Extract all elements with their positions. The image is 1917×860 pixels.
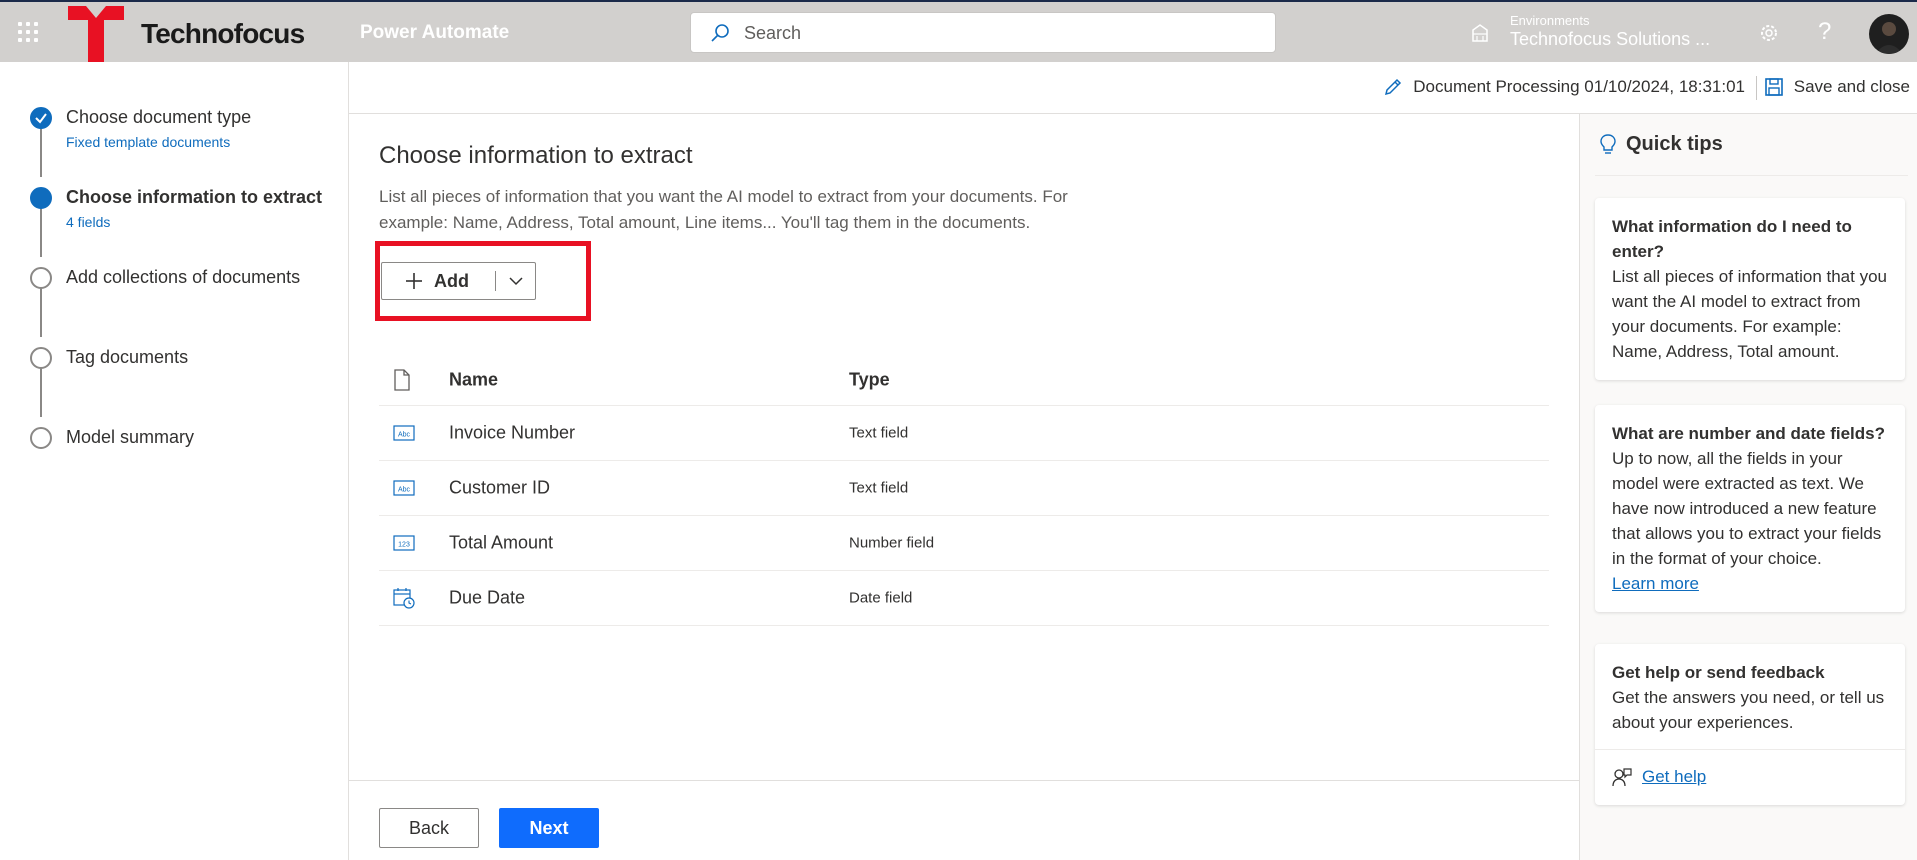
gear-icon[interactable]	[1758, 22, 1780, 44]
pending-step-icon	[30, 347, 52, 369]
current-step-icon	[30, 187, 52, 209]
brand-name: Technofocus	[141, 18, 305, 49]
step-title: Add collections of documents	[66, 267, 301, 287]
add-split-button[interactable]: Add	[381, 262, 536, 300]
get-help-link[interactable]: Get help	[1642, 764, 1706, 789]
tip-card: What are number and date fields? Up to n…	[1595, 405, 1905, 612]
date-field-icon	[393, 588, 415, 609]
step-title: Tag documents	[66, 347, 189, 367]
command-bar: Document Processing 01/10/2024, 18:31:01…	[349, 62, 1917, 114]
avatar[interactable]	[1869, 14, 1909, 54]
learn-more-link[interactable]: Learn more	[1612, 571, 1699, 596]
app-launcher-icon[interactable]	[18, 22, 38, 42]
step-title: Model summary	[66, 427, 195, 447]
save-and-close-button[interactable]: Save and close	[1764, 77, 1910, 97]
field-type: Number field	[849, 534, 935, 552]
page-title: Choose information to extract	[379, 142, 693, 169]
environment-label: Environments	[1510, 13, 1590, 28]
field-type: Text field	[849, 424, 909, 442]
get-help-row[interactable]: Get help	[1612, 764, 1889, 789]
plus-icon	[406, 273, 422, 289]
field-name: Due Date	[449, 587, 526, 608]
pending-step-icon	[30, 267, 52, 289]
tip-title: Get help or send feedback	[1612, 663, 1825, 682]
svg-text:Abc: Abc	[398, 432, 411, 439]
fields-table: Name Type Abc Invoice Number Text field …	[379, 354, 1549, 626]
table-header-row: Name Type	[379, 354, 1549, 406]
tip-title: What information do I need to enter?	[1612, 217, 1852, 261]
technofocus-logo-icon	[68, 6, 124, 62]
main-content: Choose information to extract List all p…	[349, 114, 1579, 780]
page-description: List all pieces of information that you …	[379, 187, 1068, 232]
table-row[interactable]: Due Date Date field	[379, 571, 1549, 626]
wizard-steps: Choose document type Fixed template docu…	[0, 62, 349, 860]
number-field-icon: 123	[393, 535, 415, 551]
field-type: Text field	[849, 479, 909, 497]
pending-step-icon	[30, 427, 52, 449]
wizard-footer: Back Next	[349, 780, 1579, 860]
search-box[interactable]	[690, 12, 1276, 53]
add-button[interactable]: Add	[382, 263, 495, 299]
field-name: Total Amount	[449, 532, 554, 553]
svg-text:123: 123	[398, 542, 410, 549]
document-icon	[394, 368, 410, 391]
text-field-icon: Abc	[393, 425, 415, 441]
field-name: Invoice Number	[449, 422, 576, 443]
tip-body: List all pieces of information that you …	[1612, 267, 1887, 361]
tip-card: What information do I need to enter? Lis…	[1595, 198, 1905, 380]
table-row[interactable]: Abc Customer ID Text field	[379, 461, 1549, 516]
command-separator	[1756, 76, 1757, 100]
app-name[interactable]: Power Automate	[360, 22, 509, 44]
step-subtitle[interactable]: Fixed template documents	[66, 134, 230, 150]
tip-body: Get the answers you need, or tell us abo…	[1612, 688, 1885, 732]
top-bar: Technofocus Power Automate Environments …	[0, 0, 1917, 62]
next-button[interactable]: Next	[499, 808, 599, 848]
step-title: Choose document type	[66, 107, 252, 127]
environment-name[interactable]: Technofocus Solutions ...	[1510, 29, 1710, 50]
back-button[interactable]: Back	[379, 808, 479, 848]
document-title-text: Document Processing 01/10/2024, 18:31:01	[1413, 77, 1745, 96]
quick-tips-title: Quick tips	[1626, 133, 1723, 155]
table-row[interactable]: Abc Invoice Number Text field	[379, 406, 1549, 461]
add-dropdown-button[interactable]	[496, 263, 536, 299]
column-header-type[interactable]: Type	[849, 369, 890, 390]
card-divider	[1595, 749, 1905, 750]
search-input[interactable]	[744, 19, 1244, 47]
tip-body: Up to now, all the fields in your model …	[1612, 449, 1882, 568]
quick-tips-header: Quick tips	[1600, 133, 1723, 156]
tip-title: What are number and date fields?	[1612, 424, 1885, 443]
svg-text:Abc: Abc	[398, 487, 411, 494]
checkmark-icon	[30, 107, 52, 129]
edit-pencil-icon	[1385, 78, 1402, 96]
field-name: Customer ID	[449, 477, 551, 498]
save-and-close-label: Save and close	[1793, 77, 1910, 96]
search-icon	[711, 24, 729, 42]
help-icon[interactable]: ?	[1818, 18, 1831, 46]
tip-card: Get help or send feedback Get the answer…	[1595, 644, 1905, 805]
save-icon	[1764, 78, 1783, 96]
person-feedback-icon	[1612, 767, 1632, 786]
add-button-label: Add	[434, 270, 469, 291]
lightbulb-icon	[1600, 133, 1616, 154]
step-title: Choose information to extract	[66, 187, 323, 207]
column-header-name[interactable]: Name	[449, 369, 498, 390]
quick-tips-panel: Quick tips What information do I need to…	[1579, 114, 1917, 860]
panel-divider	[1595, 175, 1908, 176]
document-title[interactable]: Document Processing 01/10/2024, 18:31:01	[1383, 77, 1745, 97]
field-type: Date field	[849, 589, 913, 607]
chevron-down-icon	[509, 277, 523, 286]
step-subtitle[interactable]: 4 fields	[66, 214, 110, 230]
table-row[interactable]: 123 Total Amount Number field	[379, 516, 1549, 571]
text-field-icon: Abc	[393, 480, 415, 496]
environment-icon[interactable]	[1469, 22, 1491, 44]
